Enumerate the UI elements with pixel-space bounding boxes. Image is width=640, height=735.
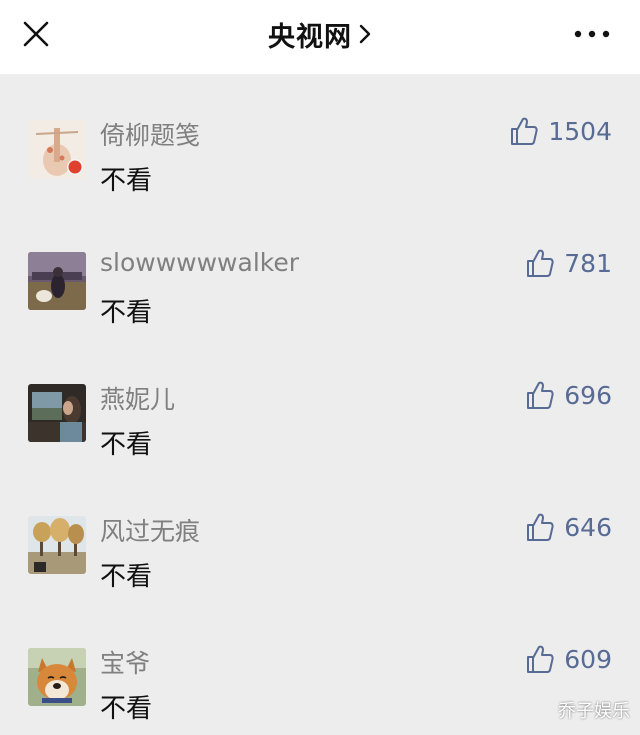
like-button[interactable]: 696 (526, 380, 612, 410)
thumbs-up-icon (527, 513, 554, 541)
avatar[interactable] (28, 252, 86, 310)
like-button[interactable]: 609 (526, 644, 612, 674)
like-count: 781 (564, 248, 612, 278)
chevron-right-icon (358, 23, 372, 45)
comment-text: 不看 (100, 298, 153, 328)
like-button[interactable]: 1504 (510, 116, 612, 146)
comment-nickname[interactable]: slowwwwwalker (100, 248, 299, 277)
comment-item: 风过无痕 不看 646 (0, 470, 640, 592)
thumbs-up-icon (527, 645, 554, 673)
comment-item: 宝爷 不看 609 (0, 602, 640, 724)
like-count: 696 (564, 380, 612, 410)
more-icon[interactable] (572, 22, 612, 46)
avatar[interactable] (28, 120, 86, 178)
watermark-text: 乔子娱乐 (558, 701, 630, 722)
comment-text: 不看 (100, 562, 153, 592)
account-title-link[interactable]: 央视网 (0, 0, 640, 68)
like-button[interactable]: 646 (526, 512, 612, 542)
page-title: 央视网 (268, 21, 352, 53)
comment-item: 倚柳题笺 不看 1504 (0, 74, 640, 196)
comment-text: 不看 (100, 694, 153, 724)
avatar[interactable] (28, 516, 86, 574)
top-bar: 央视网 (0, 0, 640, 74)
thumbs-up-icon (527, 381, 554, 409)
comment-item: 燕妮儿 不看 696 (0, 338, 640, 460)
comment-nickname[interactable]: 宝爷 (100, 644, 150, 680)
comment-text: 不看 (100, 166, 153, 196)
like-count: 1504 (548, 116, 612, 146)
comment-nickname[interactable]: 倚柳题笺 (100, 116, 200, 152)
like-count: 646 (564, 512, 612, 542)
comment-item: slowwwwwalker 不看 781 (0, 206, 640, 328)
thumbs-up-icon (527, 249, 554, 277)
like-button[interactable]: 781 (526, 248, 612, 278)
comment-nickname[interactable]: 风过无痕 (100, 512, 200, 548)
avatar[interactable] (28, 384, 86, 442)
like-count: 609 (564, 644, 612, 674)
avatar[interactable] (28, 648, 86, 706)
comment-text: 不看 (100, 430, 153, 460)
thumbs-up-icon (511, 117, 538, 145)
comment-nickname[interactable]: 燕妮儿 (100, 380, 175, 416)
